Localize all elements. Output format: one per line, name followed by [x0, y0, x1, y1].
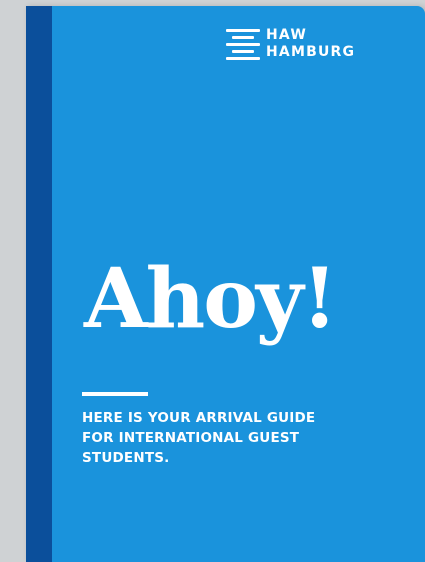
divider — [82, 392, 148, 396]
headline: Ahoy! — [84, 251, 338, 347]
subtitle-line-2: FOR INTERNATIONAL GUEST — [82, 430, 300, 446]
brochure-cover: HAW HAMBURG Ahoy! HERE IS YOUR ARRIVAL G… — [26, 6, 425, 562]
logo-text: HAW HAMBURG — [266, 27, 355, 61]
logo-text-line1: HAW — [266, 27, 307, 43]
logo-text-line2: HAMBURG — [266, 44, 356, 60]
haw-logo-lines-icon — [226, 25, 260, 67]
brochure-spine — [26, 6, 52, 562]
haw-hamburg-logo: HAW HAMBURG — [226, 25, 355, 67]
subtitle-line-3: STUDENTS. — [82, 450, 170, 466]
subtitle: HERE IS YOUR ARRIVAL GUIDE FOR INTERNATI… — [82, 408, 382, 468]
subtitle-line-1: HERE IS YOUR ARRIVAL GUIDE — [82, 410, 316, 426]
